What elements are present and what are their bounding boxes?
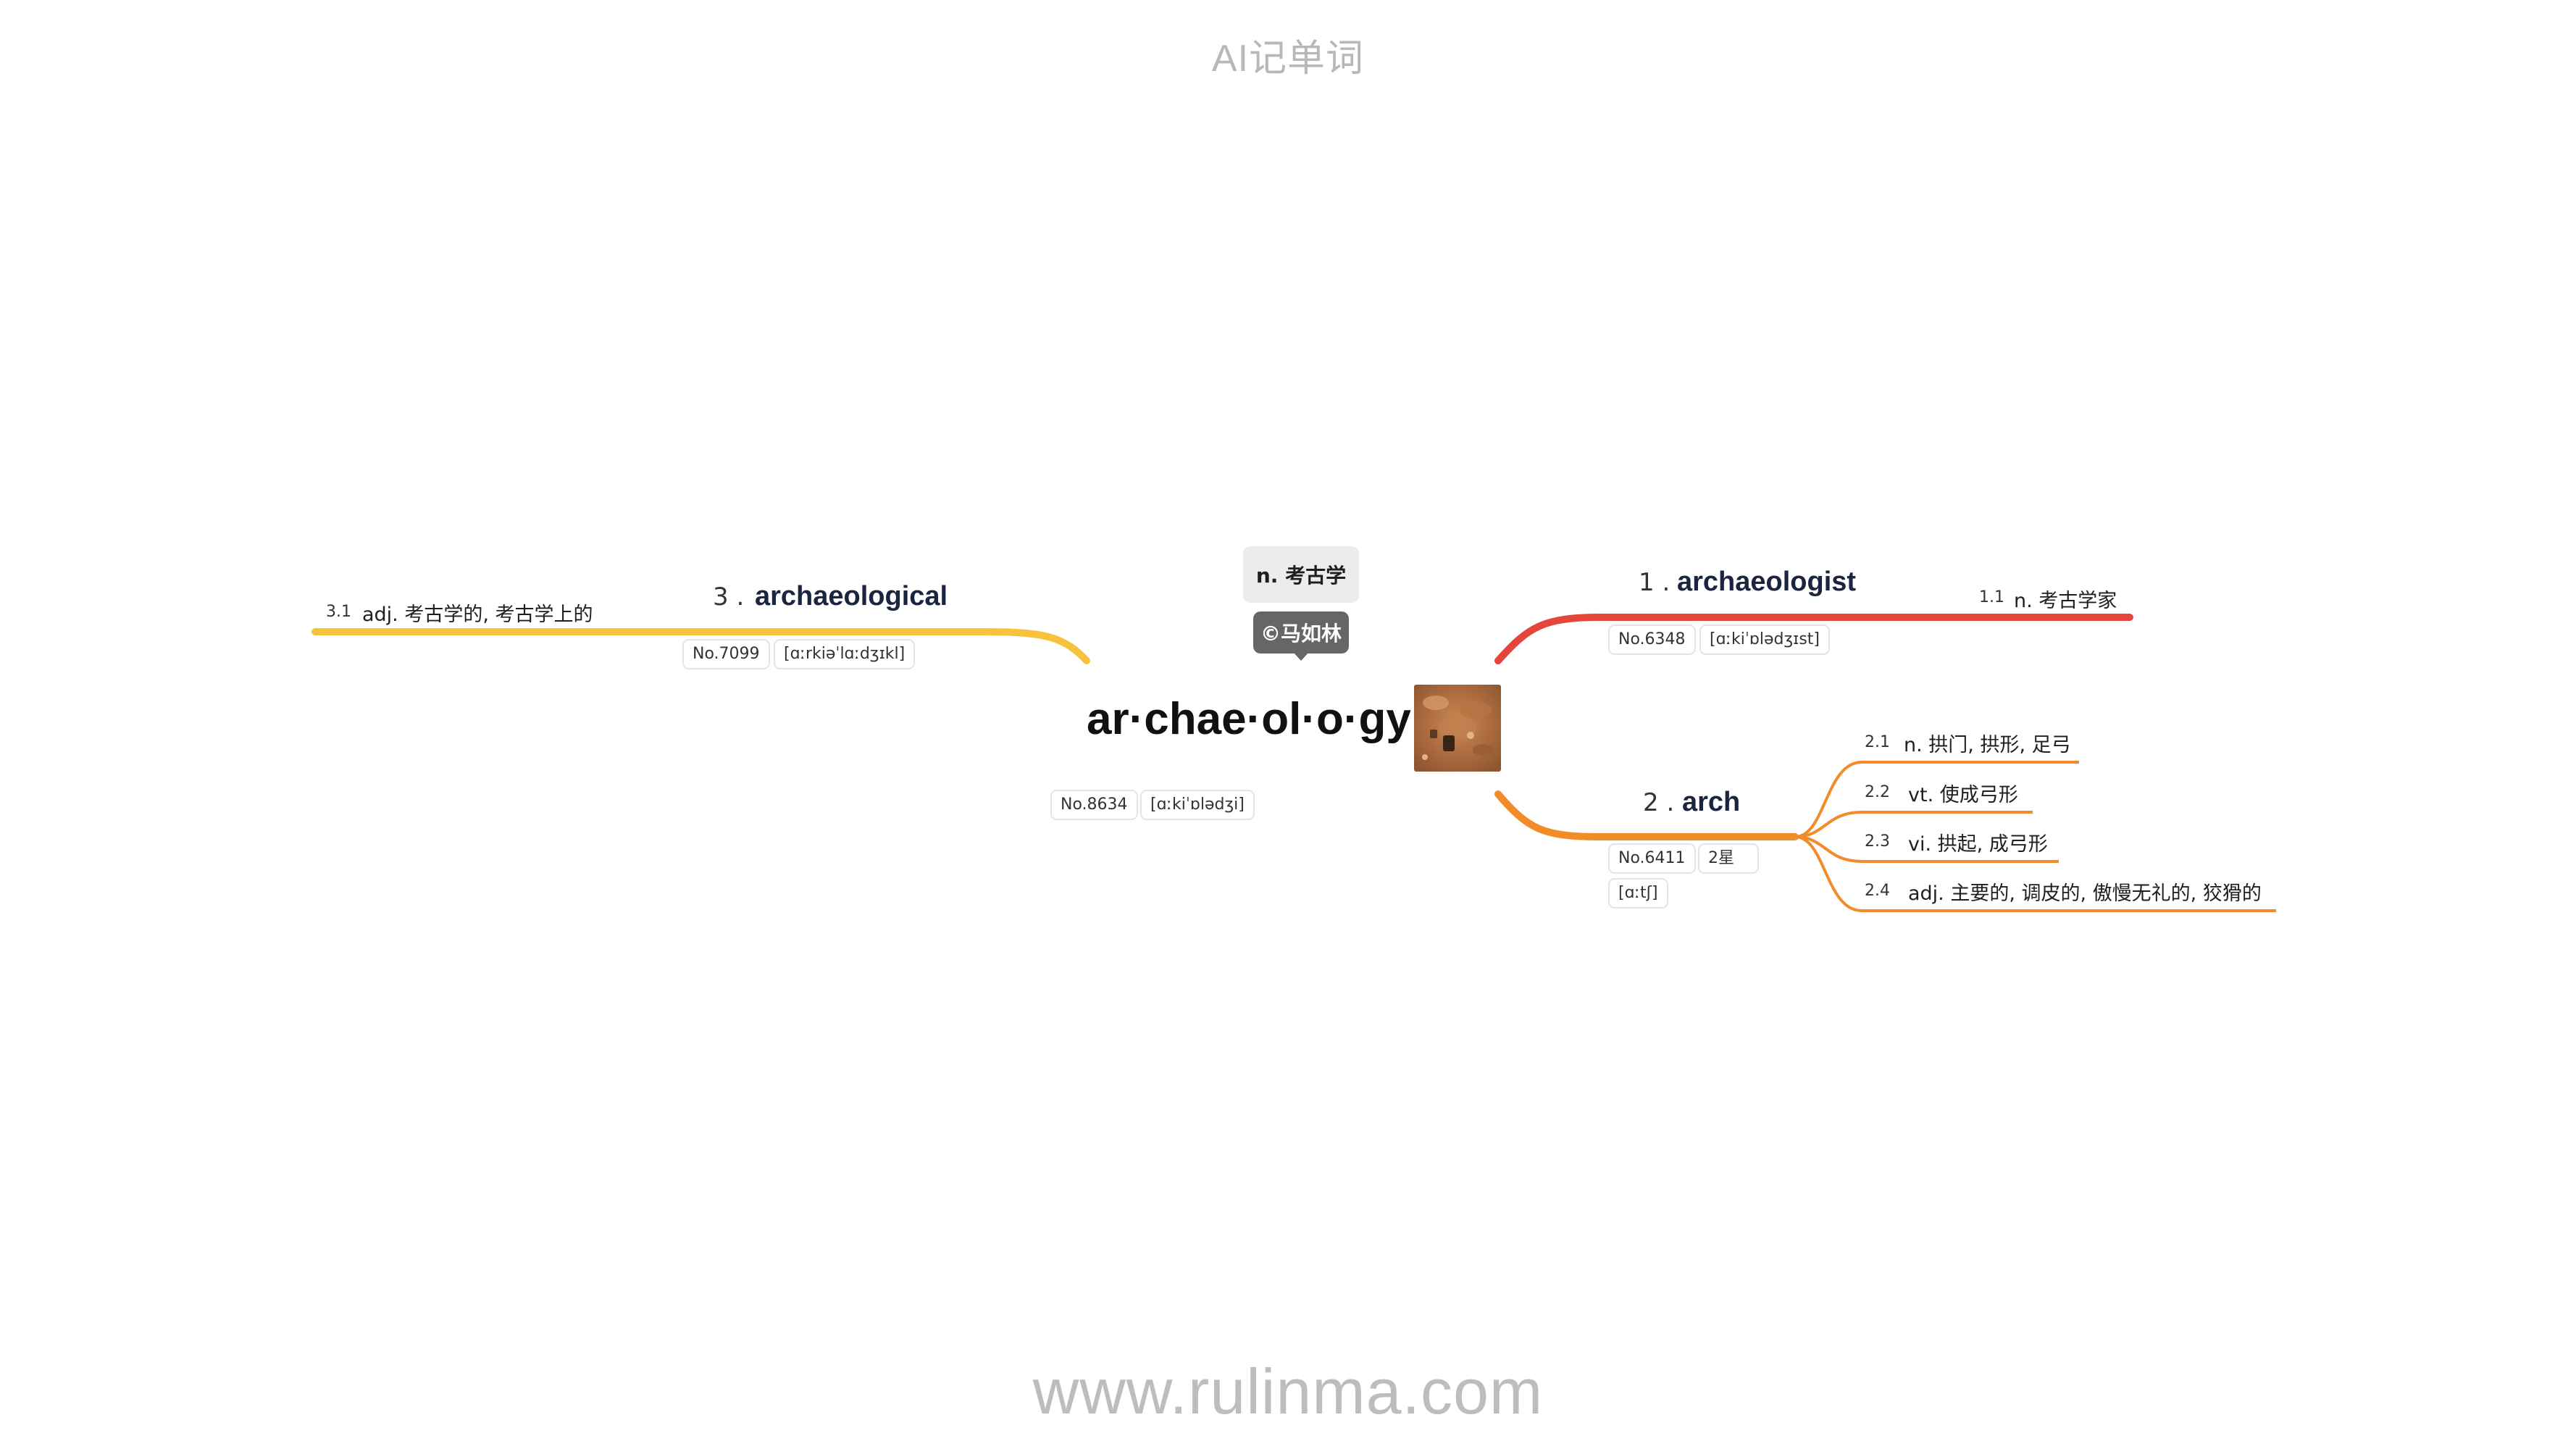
branch-3-word: archaeological: [755, 581, 948, 611]
branch-2-word: arch: [1682, 787, 1741, 817]
branch-3-index: 3 .: [713, 582, 745, 611]
sense-2-4-number: 2.4: [1865, 882, 1890, 900]
branch-1-word: archaeologist: [1677, 567, 1857, 597]
footer-url: www.rulinma.com: [1032, 1356, 1544, 1427]
author-chip-pointer: [1293, 652, 1309, 661]
excavation-illustration-icon: [1414, 685, 1501, 772]
sense-3-1-number: 3.1: [326, 603, 351, 621]
sense-1-1-text: n. 考古学家: [2014, 590, 2117, 612]
branch-1-phonetic-tag: [ɑːkiˈɒlədʒɪst]: [1699, 625, 1830, 655]
central-number-tag: No.8634: [1050, 790, 1138, 820]
central-word: ar·chae·ol·o·gy: [1087, 694, 1411, 744]
sense-2-1-text: n. 拱门, 拱形, 足弓: [1904, 734, 2071, 756]
sense-1-1-number: 1.1: [1979, 588, 2004, 606]
pos-chip: n. 考古学: [1243, 546, 1359, 603]
branch-1-index: 1 .: [1639, 568, 1670, 597]
central-phonetic-tag: [ɑːkiˈɒlədʒi]: [1140, 790, 1255, 820]
branch-3-number-tag: No.7099: [682, 639, 770, 669]
mind-map-canvas: AI记单词 n. 考古学 ©马如林 ar·chae·ol·o·gy No.863…: [0, 0, 2576, 1449]
sense-2-3-text: vi. 拱起, 成弓形: [1908, 833, 2048, 856]
author-chip: ©马如林: [1253, 611, 1349, 653]
branch-2-number-tag: No.6411: [1608, 843, 1696, 874]
sense-2-1-number: 2.1: [1865, 733, 1890, 751]
sense-2-2-text: vt. 使成弓形: [1908, 784, 2018, 806]
branch-2-phonetic-tag: [ɑːtʃ]: [1608, 878, 1668, 909]
branch-1-number-tag: No.6348: [1608, 625, 1696, 655]
branch-2-stars-tag: 2星: [1698, 843, 1759, 874]
sense-2-2-number: 2.2: [1865, 783, 1890, 801]
branch-2-index: 2 .: [1643, 788, 1675, 817]
sense-2-4-text: adj. 主要的, 调皮的, 傲慢无礼的, 狡猾的: [1908, 882, 2262, 905]
sense-2-3-number: 2.3: [1865, 832, 1890, 851]
branch-3-phonetic-tag: [ɑːrkiəˈlɑːdʒɪkl]: [774, 639, 916, 669]
sense-3-1-text: adj. 考古学的, 考古学上的: [362, 604, 593, 626]
word-illustration: [1414, 685, 1501, 772]
